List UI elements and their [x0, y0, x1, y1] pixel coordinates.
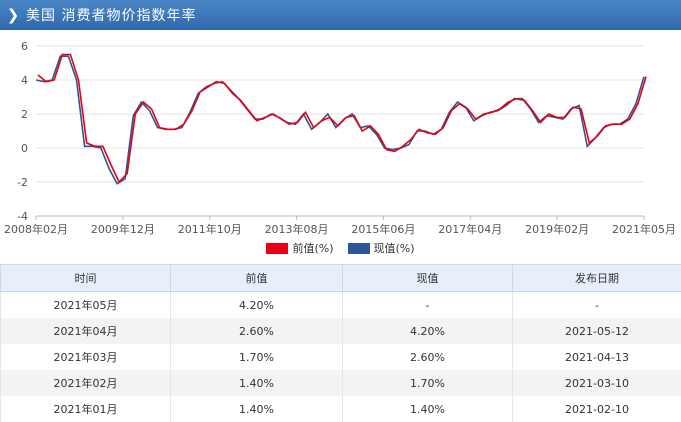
y-tick-label: 6 [21, 40, 28, 53]
cpi-line-chart: -4 -2 0 2 4 6 2008年02月 2009年12月 2011年10月 2013年08月… [0, 30, 681, 240]
cell-date: 2021-02-10 [513, 396, 681, 422]
cell-curr: 1.40% [343, 396, 513, 422]
column-header-prev: 前值 [171, 265, 343, 292]
data-table: 时间 前值 现值 发布日期 2021年05月 4.20% - - 2021年04… [0, 264, 681, 422]
cell-time: 2021年04月 [1, 318, 171, 344]
y-tick-label: -2 [17, 176, 28, 189]
y-tick-label: -4 [17, 210, 28, 223]
cell-date: - [513, 292, 681, 319]
cell-prev: 1.70% [171, 344, 343, 370]
table-row: 2021年02月 1.40% 1.70% 2021-03-10 [1, 370, 681, 396]
cell-time: 2021年02月 [1, 370, 171, 396]
x-tick-label: 2011年10月 [178, 222, 242, 236]
page-title: 美国 消费者物价指数年率 [26, 5, 196, 25]
cell-curr: 1.70% [343, 370, 513, 396]
legend-label-curr: 现值(%) [374, 240, 415, 256]
cell-prev: 1.40% [171, 370, 343, 396]
y-tick-label: 0 [21, 142, 28, 155]
cell-prev: 2.60% [171, 318, 343, 344]
x-tick-label: 2008年02月 [4, 222, 68, 236]
chart-legend: 前值(%) 现值(%) [0, 240, 681, 256]
legend-label-prev: 前值(%) [292, 240, 333, 256]
legend-item-curr[interactable]: 现值(%) [348, 240, 415, 256]
series-line-curr [36, 56, 644, 184]
cell-prev: 4.20% [171, 292, 343, 319]
x-tick-label: 2019年02月 [525, 222, 589, 236]
cell-time: 2021年05月 [1, 292, 171, 319]
cell-time: 2021年01月 [1, 396, 171, 422]
title-bar: ❯ 美国 消费者物价指数年率 [0, 0, 681, 30]
x-tick-label: 2021年05月 [612, 222, 676, 236]
chart-area: -4 -2 0 2 4 6 2008年02月 2009年12月 2011年10月 2013年08月… [0, 30, 681, 262]
x-tick-label: 2009年12月 [91, 222, 155, 236]
x-tick-label: 2013年08月 [265, 222, 329, 236]
table-row: 2021年03月 1.70% 2.60% 2021-04-13 [1, 344, 681, 370]
column-header-curr: 现值 [343, 265, 513, 292]
x-tick-label: 2017年04月 [438, 222, 502, 236]
cell-time: 2021年03月 [1, 344, 171, 370]
table-row: 2021年01月 1.40% 1.40% 2021-02-10 [1, 396, 681, 422]
table-header-row: 时间 前值 现值 发布日期 [1, 265, 681, 292]
table-row: 2021年05月 4.20% - - [1, 292, 681, 319]
table-row: 2021年04月 2.60% 4.20% 2021-05-12 [1, 318, 681, 344]
cell-prev: 1.40% [171, 396, 343, 422]
cell-date: 2021-04-13 [513, 344, 681, 370]
series-line-prev [38, 55, 646, 183]
column-header-date: 发布日期 [513, 265, 681, 292]
y-tick-label: 2 [21, 108, 28, 121]
cell-date: 2021-03-10 [513, 370, 681, 396]
y-tick-label: 4 [21, 74, 28, 87]
cell-curr: - [343, 292, 513, 319]
cell-curr: 4.20% [343, 318, 513, 344]
column-header-time: 时间 [1, 265, 171, 292]
legend-swatch-curr [348, 243, 370, 254]
legend-swatch-prev [266, 243, 288, 254]
legend-item-prev[interactable]: 前值(%) [266, 240, 333, 256]
cell-curr: 2.60% [343, 344, 513, 370]
cell-date: 2021-05-12 [513, 318, 681, 344]
x-tick-label: 2015年06月 [351, 222, 415, 236]
chevron-right-icon[interactable]: ❯ [0, 6, 26, 24]
